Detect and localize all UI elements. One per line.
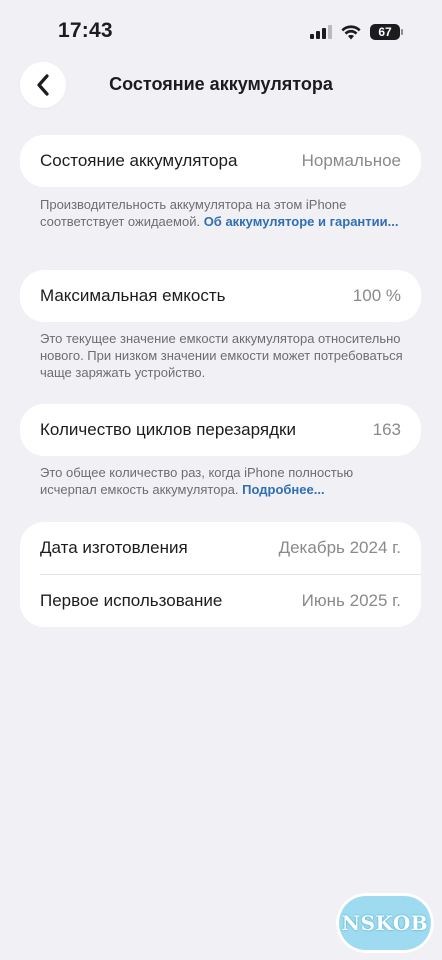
battery-health-screen: 17:43 67 Состояние аккумулятора Состояни… bbox=[0, 0, 442, 960]
status-icons: 67 bbox=[310, 23, 403, 41]
max-capacity-label: Максимальная емкость bbox=[40, 286, 226, 305]
max-capacity-value: 100 % bbox=[352, 286, 401, 305]
cellular-signal-icon bbox=[310, 25, 332, 39]
wifi-icon bbox=[341, 24, 361, 39]
manufacture-date-row: Дата изготовления Декабрь 2024 г. bbox=[20, 522, 421, 574]
battery-health-value: Нормальное bbox=[301, 151, 401, 170]
cycle-count-footnote: Это общее количество раз, когда iPhone п… bbox=[40, 464, 410, 498]
battery-health-card: Состояние аккумулятора Нормальное bbox=[20, 135, 421, 187]
page-title: Состояние аккумулятора bbox=[109, 74, 333, 94]
max-capacity-footnote-text: Это текущее значение емкости аккумулятор… bbox=[40, 331, 403, 380]
status-time: 17:43 bbox=[58, 19, 113, 42]
first-use-label: Первое использование bbox=[40, 591, 223, 610]
watermark-logo: NSKOB bbox=[336, 893, 434, 953]
first-use-row: Первое использование Июнь 2025 г. bbox=[20, 575, 421, 627]
manufacture-date-label: Дата изготовления bbox=[40, 538, 188, 557]
about-battery-warranty-link[interactable]: Об аккумуляторе и гарантии... bbox=[204, 214, 399, 229]
cycle-count-value: 163 bbox=[372, 420, 401, 439]
cycle-count-row: Количество циклов перезарядки 163 bbox=[20, 404, 421, 456]
max-capacity-row: Максимальная емкость 100 % bbox=[20, 270, 421, 322]
max-capacity-footnote: Это текущее значение емкости аккумулятор… bbox=[40, 330, 410, 381]
watermark-text: NSKOB bbox=[341, 911, 429, 935]
battery-level: 67 bbox=[378, 25, 392, 39]
first-use-value: Июнь 2025 г. bbox=[301, 591, 401, 610]
battery-health-label: Состояние аккумулятора bbox=[40, 151, 238, 170]
manufacture-date-value: Декабрь 2024 г. bbox=[278, 538, 401, 557]
battery-health-footnote: Производительность аккумулятора на этом … bbox=[40, 196, 410, 230]
learn-more-link[interactable]: Подробнее... bbox=[242, 482, 324, 497]
cycle-count-label: Количество циклов перезарядки bbox=[40, 420, 296, 439]
status-bar: 17:43 67 bbox=[0, 0, 442, 60]
cycle-count-card: Количество циклов перезарядки 163 bbox=[20, 404, 421, 456]
battery-health-row: Состояние аккумулятора Нормальное bbox=[20, 135, 421, 187]
battery-icon: 67 bbox=[370, 24, 403, 40]
max-capacity-card: Максимальная емкость 100 % bbox=[20, 270, 421, 322]
dates-card: Дата изготовления Декабрь 2024 г. Первое… bbox=[20, 522, 421, 627]
